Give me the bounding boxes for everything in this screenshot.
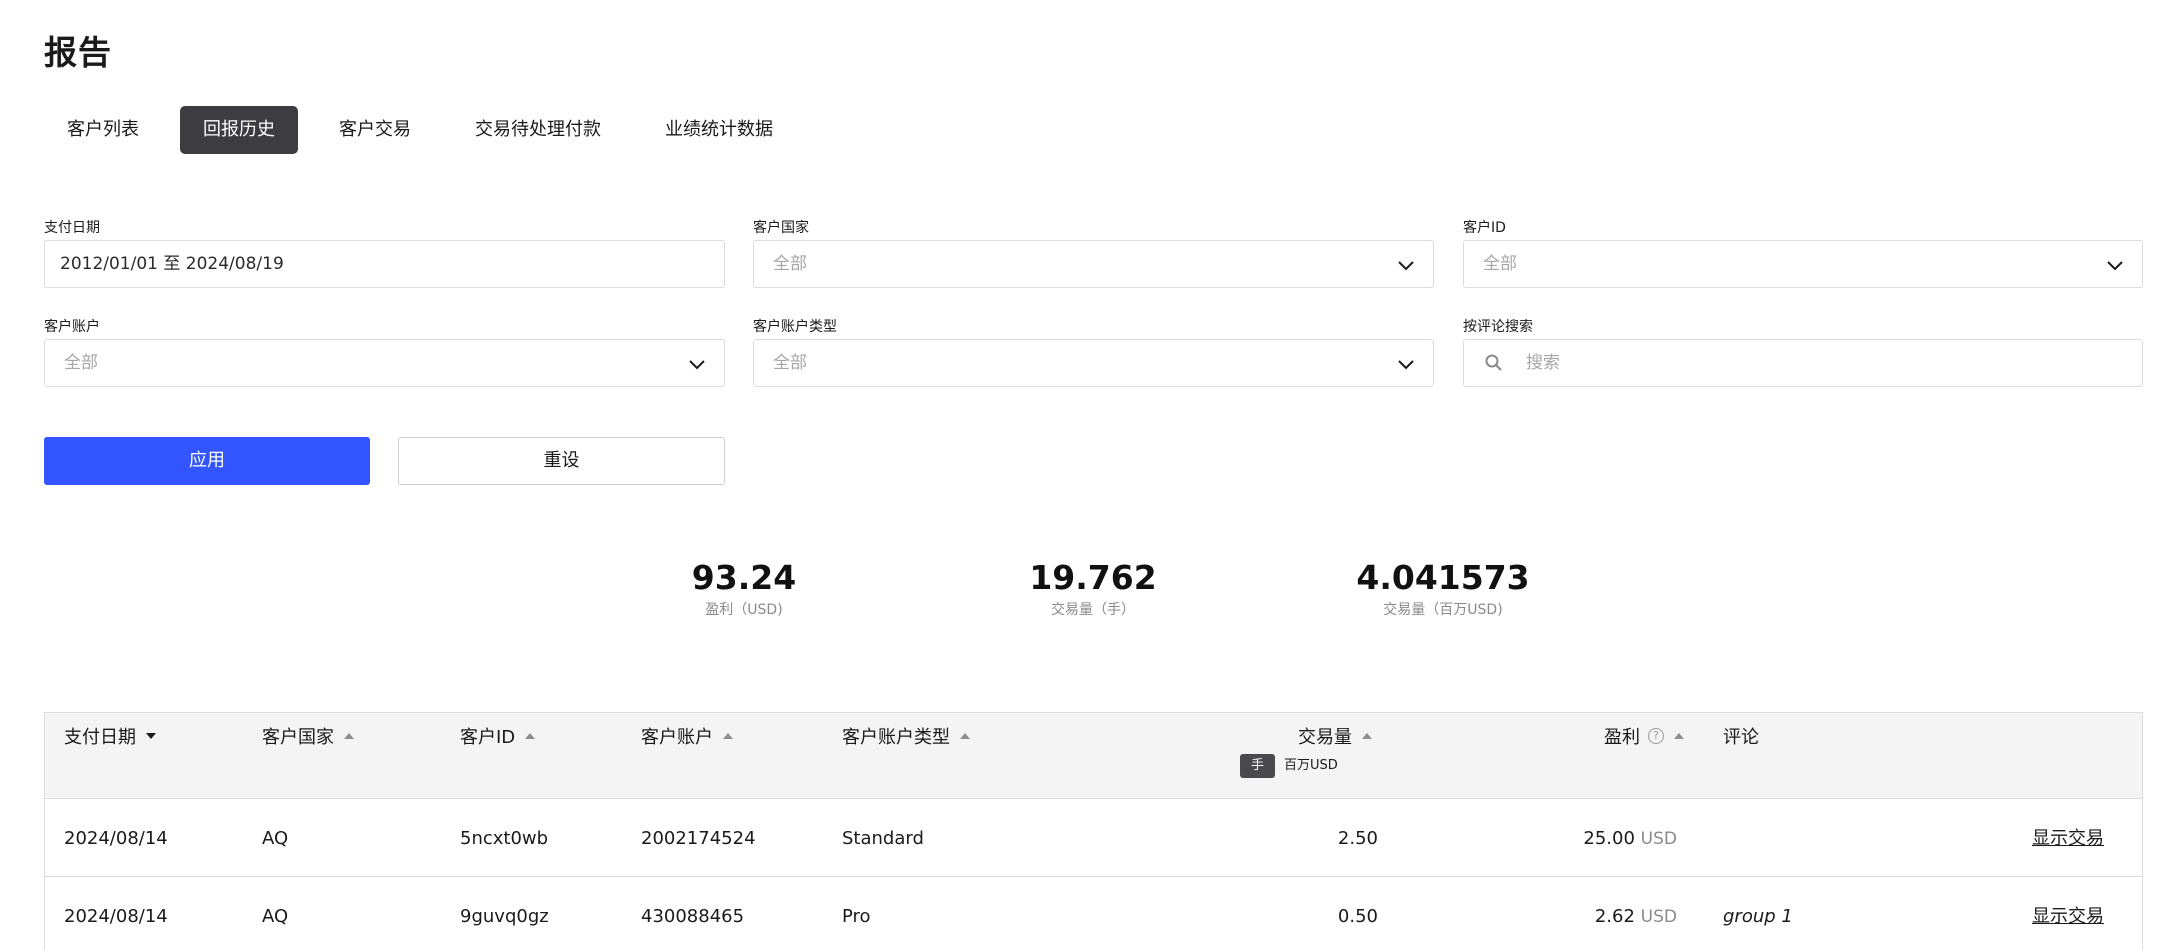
client-id-select[interactable]: 全部 — [1463, 240, 2143, 288]
tab-rebate-history[interactable]: 回报历史 — [180, 106, 298, 154]
cell-client-id: 5ncxt0wb — [460, 828, 549, 849]
col-profit[interactable]: 盈利 ? — [1604, 723, 1684, 749]
client-country-label: 客户国家 — [753, 220, 809, 236]
cell-account: 430088465 — [641, 906, 745, 927]
client-country-select[interactable]: 全部 — [753, 240, 1434, 288]
account-type-label: 客户账户类型 — [753, 319, 837, 335]
cell-profit: 2.62 USD — [1595, 878, 1677, 950]
help-icon[interactable]: ? — [1648, 728, 1664, 744]
col-client-account-label: 客户账户 — [641, 727, 713, 748]
chevron-down-icon — [2107, 261, 2123, 271]
page-title: 报告 — [44, 33, 112, 72]
cell-pay-date: 2024/08/14 — [64, 906, 168, 927]
cell-profit-amount: 25.00 — [1583, 828, 1635, 849]
show-trades-link[interactable]: 显示交易 — [2032, 878, 2104, 950]
unit-million-usd-button[interactable]: 百万USD — [1284, 754, 1338, 778]
summary-volume-usd-label: 交易量（百万USD) — [1383, 602, 1503, 618]
chevron-down-icon — [1398, 360, 1414, 370]
col-comment: 评论 — [1723, 723, 1759, 749]
client-account-select[interactable]: 全部 — [44, 339, 725, 387]
report-tabs: 客户列表 回报历史 客户交易 交易待处理付款 业绩统计数据 — [44, 106, 814, 154]
col-client-country-label: 客户国家 — [262, 727, 334, 748]
tab-performance-stats[interactable]: 业绩统计数据 — [642, 106, 796, 154]
sort-asc-icon — [960, 733, 970, 739]
client-id-label: 客户ID — [1463, 220, 1506, 236]
show-trades-link[interactable]: 显示交易 — [2032, 800, 2104, 877]
summary-profit-value: 93.24 — [691, 558, 797, 597]
col-client-id[interactable]: 客户ID — [460, 723, 536, 749]
sort-asc-icon — [344, 733, 354, 739]
client-account-label: 客户账户 — [44, 319, 100, 335]
cell-pay-date: 2024/08/14 — [64, 828, 168, 849]
rebate-history-table: 支付日期 客户国家 客户ID 客户账户 客户账户类型 交易量 手 百万USD 盈 — [44, 712, 2143, 950]
summary-volume-usd-value: 4.041573 — [1356, 558, 1530, 597]
search-icon — [1485, 354, 1502, 371]
comment-search-input[interactable]: 搜索 — [1463, 339, 2143, 387]
client-country-placeholder: 全部 — [773, 254, 807, 274]
account-type-select[interactable]: 全部 — [753, 339, 1434, 387]
col-account-type-label: 客户账户类型 — [842, 727, 950, 748]
summary-profit: 93.24 盈利（USD) — [614, 558, 874, 619]
col-volume-label: 交易量 — [1298, 727, 1352, 748]
cell-comment: group 1 — [1723, 906, 1793, 927]
cell-volume: 2.50 — [1337, 828, 1378, 849]
summary-volume-lots: 19.762 交易量（手） — [963, 558, 1223, 619]
col-comment-label: 评论 — [1723, 727, 1759, 748]
cell-volume: 0.50 — [1337, 906, 1378, 927]
sort-asc-icon — [525, 733, 536, 739]
table-header: 支付日期 客户国家 客户ID 客户账户 客户账户类型 交易量 手 百万USD 盈 — [45, 713, 2142, 799]
volume-unit-toggle: 手 百万USD — [1240, 754, 1338, 778]
summary-volume-lots-label: 交易量（手） — [1051, 602, 1135, 618]
pay-date-value: 2012/01/01 至 2024/08/19 — [60, 254, 284, 274]
col-pay-date[interactable]: 支付日期 — [64, 723, 156, 749]
cell-profit-currency: USD — [1640, 829, 1677, 849]
col-client-country[interactable]: 客户国家 — [262, 723, 354, 749]
col-pay-date-label: 支付日期 — [64, 727, 136, 748]
cell-client-id: 9guvq0gz — [460, 906, 549, 927]
apply-button[interactable]: 应用 — [44, 437, 370, 485]
cell-profit-amount: 2.62 — [1594, 906, 1635, 927]
sort-asc-icon — [1362, 733, 1372, 739]
client-account-placeholder: 全部 — [64, 353, 98, 373]
sort-asc-icon — [1674, 733, 1684, 739]
col-volume[interactable]: 交易量 — [1298, 723, 1372, 749]
summary-profit-label: 盈利（USD) — [705, 602, 783, 618]
cell-account-type: Pro — [842, 906, 871, 927]
col-client-id-label: 客户ID — [460, 727, 516, 748]
tab-client-trades[interactable]: 客户交易 — [316, 106, 434, 154]
summary-volume-lots-value: 19.762 — [1029, 558, 1157, 597]
tab-client-list[interactable]: 客户列表 — [44, 106, 162, 154]
account-type-placeholder: 全部 — [773, 353, 807, 373]
cell-country: AQ — [262, 906, 289, 927]
col-client-account[interactable]: 客户账户 — [641, 723, 733, 749]
cell-account: 2002174524 — [641, 828, 756, 849]
comment-search-label: 按评论搜索 — [1463, 319, 1533, 335]
pay-date-label: 支付日期 — [44, 220, 100, 236]
chevron-down-icon — [689, 360, 705, 370]
cell-profit-currency: USD — [1640, 907, 1677, 927]
unit-lots-button[interactable]: 手 — [1240, 754, 1276, 778]
table-row: 2024/08/14 AQ 5ncxt0wb 2002174524 Standa… — [45, 800, 2142, 877]
tab-pending-payments[interactable]: 交易待处理付款 — [452, 106, 624, 154]
cell-profit: 25.00 USD — [1583, 800, 1677, 878]
comment-search-placeholder: 搜索 — [1526, 353, 1560, 373]
sort-asc-icon — [723, 733, 733, 739]
col-account-type[interactable]: 客户账户类型 — [842, 723, 970, 749]
col-profit-label: 盈利 — [1604, 727, 1640, 748]
cell-account-type: Standard — [842, 828, 924, 849]
summary-volume-usd: 4.041573 交易量（百万USD) — [1313, 558, 1573, 619]
table-row: 2024/08/14 AQ 9guvq0gz 430088465 Pro 0.5… — [45, 878, 2142, 950]
reset-button[interactable]: 重设 — [398, 437, 725, 485]
sort-desc-icon — [146, 733, 156, 739]
pay-date-field[interactable]: 2012/01/01 至 2024/08/19 — [44, 240, 725, 288]
cell-country: AQ — [262, 828, 289, 849]
chevron-down-icon — [1398, 261, 1414, 271]
client-id-placeholder: 全部 — [1483, 254, 1517, 274]
